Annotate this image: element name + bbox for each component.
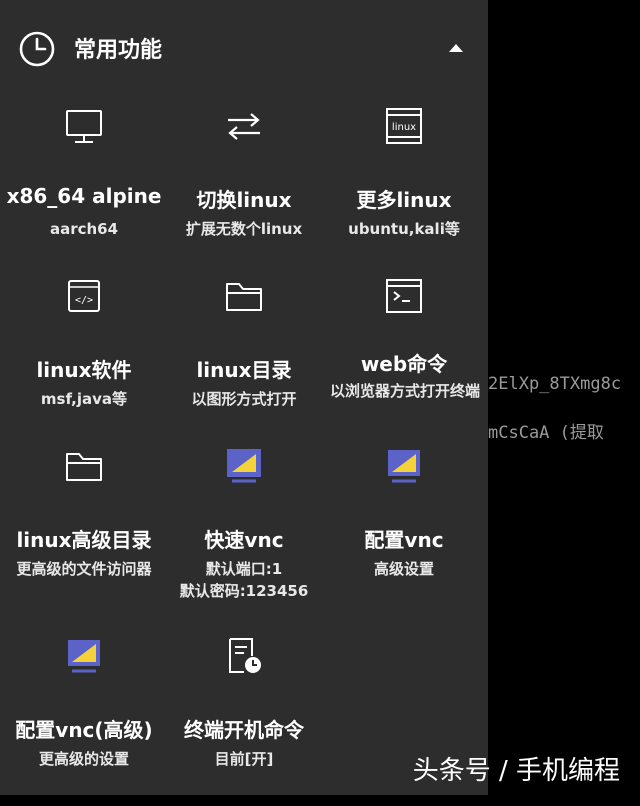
tile-subtitle: 扩展无数个linux: [185, 220, 303, 238]
vnc-monitor-icon: [227, 449, 261, 483]
tile-title: 终端开机命令: [184, 718, 304, 742]
tile-subtitle: 以浏览器方式打开终端: [330, 382, 481, 400]
folder-icon: [66, 453, 102, 481]
tile-title: linux高级目录: [16, 528, 152, 552]
tile-subtitle: 默认端口:1: [205, 560, 283, 578]
quick-functions-panel: 常用功能 x86_64 alpine aarch64 切换linux 扩展无数个…: [0, 0, 488, 795]
tile-subtitle: msf,java等: [40, 390, 128, 408]
tile-title: linux软件: [36, 358, 132, 382]
tile-x86-alpine[interactable]: x86_64 alpine aarch64: [2, 106, 162, 276]
tile-quick-vnc[interactable]: 快速vnc 默认端口:1 默认密码:123456: [162, 446, 322, 616]
linux-window-icon: linux: [386, 108, 422, 144]
vnc-monitor-icon: [68, 640, 100, 673]
vnc-monitor-icon: [388, 450, 420, 483]
tile-title: 切换linux: [196, 188, 292, 212]
tile-subtitle: 更高级的文件访问器: [16, 560, 152, 578]
tile-title: 更多linux: [356, 188, 452, 212]
tile-web-command[interactable]: web命令 以浏览器方式打开终端: [322, 276, 482, 446]
tile-linux-software[interactable]: </> linux软件 msf,java等: [2, 276, 162, 446]
clock-icon: [19, 31, 55, 67]
tile-subtitle: 高级设置: [373, 560, 434, 578]
watermark: 头条号 / 手机编程: [412, 756, 620, 786]
tile-switch-linux[interactable]: 切换linux 扩展无数个linux: [162, 106, 322, 276]
tile-title: web命令: [360, 352, 448, 376]
monitor-icon: [66, 110, 102, 143]
tile-title: 配置vnc: [364, 528, 444, 552]
caret-up-icon[interactable]: [448, 42, 464, 54]
tile-subtitle: aarch64: [49, 220, 119, 238]
tile-linux-directory[interactable]: linux目录 以图形方式打开: [162, 276, 322, 446]
tile-title: 快速vnc: [204, 528, 284, 552]
tile-title: x86_64 alpine: [6, 184, 162, 208]
folder-icon: [226, 283, 262, 311]
tile-subtitle-secondary: 默认密码:123456: [179, 582, 309, 600]
code-window-icon: </>: [68, 280, 100, 312]
tile-more-linux[interactable]: linux 更多linux ubuntu,kali等: [322, 106, 482, 276]
tile-subtitle: ubuntu,kali等: [348, 220, 460, 238]
panel-title: 常用功能: [74, 38, 163, 63]
svg-text:linux: linux: [392, 122, 416, 133]
tile-linux-advanced-directory[interactable]: linux高级目录 更高级的文件访问器: [2, 446, 162, 616]
document-clock-icon: [229, 638, 261, 673]
tile-terminal-boot-command[interactable]: 终端开机命令 目前[开]: [162, 636, 322, 806]
tile-subtitle: 目前[开]: [214, 750, 274, 768]
svg-text:</>: </>: [75, 295, 93, 306]
tile-configure-vnc[interactable]: 配置vnc 高级设置: [322, 446, 482, 616]
tile-subtitle: 以图形方式打开: [191, 390, 297, 408]
tile-configure-vnc-advanced[interactable]: 配置vnc(高级) 更高级的设置: [2, 636, 162, 806]
tile-subtitle: 更高级的设置: [38, 750, 129, 768]
terminal-icon: [386, 279, 422, 313]
swap-arrows-icon: [228, 113, 260, 140]
tile-title: 配置vnc(高级): [15, 718, 153, 742]
terminal-line: 2ElXp_8TXmg8c: [488, 374, 622, 394]
panel-header[interactable]: 常用功能: [0, 0, 488, 96]
tile-title: linux目录: [196, 358, 292, 382]
terminal-line: mCsCaA (提取: [488, 423, 604, 443]
